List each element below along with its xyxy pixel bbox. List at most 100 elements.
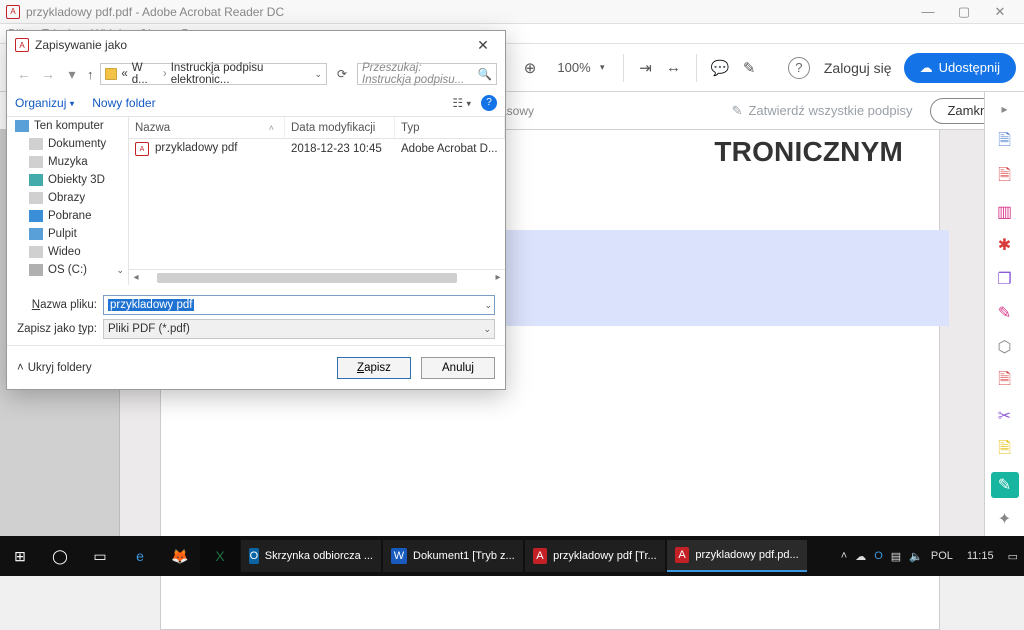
save-button[interactable]: Zapisz [337, 357, 411, 379]
tray-notifications-icon[interactable]: ▭ [1008, 550, 1018, 563]
tree-node[interactable]: Muzyka [7, 153, 128, 171]
taskbar-task[interactable]: O Skrzynka odbiorcza ... [241, 540, 381, 572]
nav-up-icon[interactable]: ↑ [87, 67, 94, 82]
list-header: Nazwa ˄ Data modyfikacji Typ [129, 117, 505, 139]
tree-node[interactable]: Ten komputer [7, 117, 128, 135]
dialog-footer: ˄ Ukryj foldery Zapisz Anuluj [7, 345, 505, 389]
task-app-icon: O [249, 548, 259, 564]
col-type[interactable]: Typ [395, 117, 505, 138]
tree-node-label: Pobrane [48, 210, 91, 222]
taskbar-task[interactable]: W Dokument1 [Tryb z... [383, 540, 523, 572]
breadcrumb[interactable]: « W d... › Instruckja podpisu elektronic… [100, 63, 328, 85]
nav-forward-icon[interactable]: → [39, 66, 57, 82]
refresh-icon[interactable]: ⟳ [333, 67, 351, 81]
task-label: Skrzynka odbiorcza ... [265, 550, 373, 562]
tray-time: 11:15 [967, 550, 994, 562]
tray-network-icon[interactable]: ▤ [891, 550, 901, 563]
tray-chevron-icon[interactable]: ˄ [841, 550, 847, 562]
task-label: Dokument1 [Tryb z... [413, 550, 515, 562]
taskbar-task[interactable]: Aprzykladowy pdf [Tr... [525, 540, 665, 572]
tree-node[interactable]: Pobrane [7, 207, 128, 225]
tree-node[interactable]: Wideo [7, 243, 128, 261]
firefox-icon[interactable]: 🦊 [160, 536, 200, 576]
filename-value: przykladowy pdf [108, 299, 194, 311]
dialog-app-icon: A [15, 38, 29, 52]
nav-history-icon[interactable]: ▾ [63, 66, 81, 83]
tree-node-icon [29, 174, 43, 186]
col-name[interactable]: Nazwa [135, 122, 170, 134]
tree-node-icon [29, 264, 43, 276]
dialog-help-icon[interactable]: ? [481, 95, 497, 111]
chevron-up-icon: ˄ [17, 362, 24, 374]
sort-indicator-icon[interactable]: ˄ [269, 123, 278, 133]
tree-node[interactable]: Dokumenty [7, 135, 128, 153]
view-mode-icon[interactable]: ☷ ▾ [452, 96, 471, 110]
dialog-body: Ten komputer Dokumenty Muzyka Obiekty 3D Obr… [7, 117, 505, 285]
folder-tree[interactable]: Ten komputer Dokumenty Muzyka Obiekty 3D Obr… [7, 117, 129, 285]
system-tray[interactable]: ˄ ☁ O ▤ 🔈 POL 11:15 ▭ [835, 550, 1024, 563]
search-taskbar-icon[interactable]: ◯ [40, 536, 80, 576]
scroll-right-icon[interactable]: ▸ [491, 272, 505, 283]
tree-node-icon [29, 192, 43, 204]
save-as-dialog: A Zapisywanie jako ✕ ← → ▾ ↑ « W d... › … [6, 30, 506, 390]
tree-node[interactable]: Obrazy [7, 189, 128, 207]
tree-node[interactable]: Pulpit [7, 225, 128, 243]
filename-dropdown-icon[interactable]: ⌄ [484, 300, 492, 311]
crumb-segment[interactable]: Instruckja podpisu elektronic... [171, 62, 311, 86]
edge-icon[interactable]: e [120, 536, 160, 576]
filetype-select[interactable]: Pliki PDF (*.pdf) ⌄ [103, 319, 495, 339]
scrollbar-thumb[interactable] [157, 273, 457, 283]
start-button[interactable]: ⊞ [0, 536, 40, 576]
tree-node-label: Obiekty 3D [48, 174, 105, 186]
filetype-value: Pliki PDF (*.pdf) [108, 323, 190, 335]
tray-clock[interactable]: 11:15 [961, 550, 1000, 562]
cancel-button[interactable]: Anuluj [421, 357, 495, 379]
dialog-fields: Nazwa pliku: przykladowy pdf ⌄ Zapisz ja… [7, 285, 505, 345]
crumb-segment[interactable]: W d... [132, 62, 159, 86]
tree-node-icon [29, 210, 43, 222]
tree-node-label: Pulpit [48, 228, 77, 240]
excel-icon[interactable]: X [200, 536, 240, 576]
tree-node-label: OS (C:) [48, 264, 87, 276]
windows-taskbar: ⊞ ◯ ▭ e 🦊 X O Skrzynka odbiorcza ... W Doku… [0, 536, 1024, 576]
taskbar-task[interactable]: Aprzykladowy pdf.pd... [667, 540, 807, 572]
modal-backdrop: A Zapisywanie jako ✕ ← → ▾ ↑ « W d... › … [0, 0, 1024, 576]
tree-node-icon [29, 138, 43, 150]
dialog-titlebar: A Zapisywanie jako ✕ [7, 31, 505, 59]
hide-folders-toggle[interactable]: ˄ Ukryj foldery [17, 362, 92, 374]
new-folder-button[interactable]: Nowy folder [92, 96, 155, 110]
tree-node-icon [29, 156, 43, 168]
tray-outlook-icon[interactable]: O [874, 550, 883, 562]
tray-onedrive-icon[interactable]: ☁ [855, 550, 866, 563]
tree-node-icon [15, 120, 29, 132]
tray-volume-icon[interactable]: 🔈 [909, 550, 923, 563]
tree-dropdown-icon[interactable]: ⌄ [116, 265, 128, 276]
task-label: przykladowy pdf [Tr... [553, 550, 657, 562]
file-name-cell: Aprzykladowy pdf [129, 142, 285, 157]
crumb-prefix: « [121, 68, 127, 80]
tray-lang[interactable]: POL [931, 550, 953, 562]
search-input[interactable]: Przeszukaj: Instruckja podpisu... 🔍 [357, 63, 497, 85]
crumb-dropdown-icon[interactable]: ⌄ [314, 69, 322, 80]
tree-node-label: Obrazy [48, 192, 85, 204]
search-icon: 🔍 [478, 67, 492, 81]
file-rows[interactable]: Aprzykladowy pdf2018-12-23 10:45Adobe Ac… [129, 139, 505, 269]
nav-back-icon[interactable]: ← [15, 66, 33, 82]
tree-node[interactable]: OS (C:) ⌄ [7, 261, 128, 279]
tree-node[interactable]: Obiekty 3D [7, 171, 128, 189]
horizontal-scrollbar[interactable]: ◂ ▸ [129, 269, 505, 285]
pdf-file-icon: A [135, 142, 149, 156]
col-date[interactable]: Data modyfikacji [285, 117, 395, 138]
filetype-dropdown-icon[interactable]: ⌄ [483, 324, 491, 335]
tree-node-label: Dokumenty [48, 138, 106, 150]
organize-menu[interactable]: Organizuj ▾ [15, 96, 74, 110]
task-view-icon[interactable]: ▭ [80, 536, 120, 576]
task-app-icon: A [533, 548, 547, 564]
file-row[interactable]: Aprzykladowy pdf2018-12-23 10:45Adobe Ac… [129, 139, 505, 159]
task-app-icon: W [391, 548, 407, 564]
scroll-left-icon[interactable]: ◂ [129, 272, 143, 283]
dialog-close-icon[interactable]: ✕ [469, 37, 497, 54]
filename-input[interactable]: przykladowy pdf ⌄ [103, 295, 495, 315]
tree-node-label: Ten komputer [34, 120, 104, 132]
task-label: przykladowy pdf.pd... [695, 549, 798, 561]
